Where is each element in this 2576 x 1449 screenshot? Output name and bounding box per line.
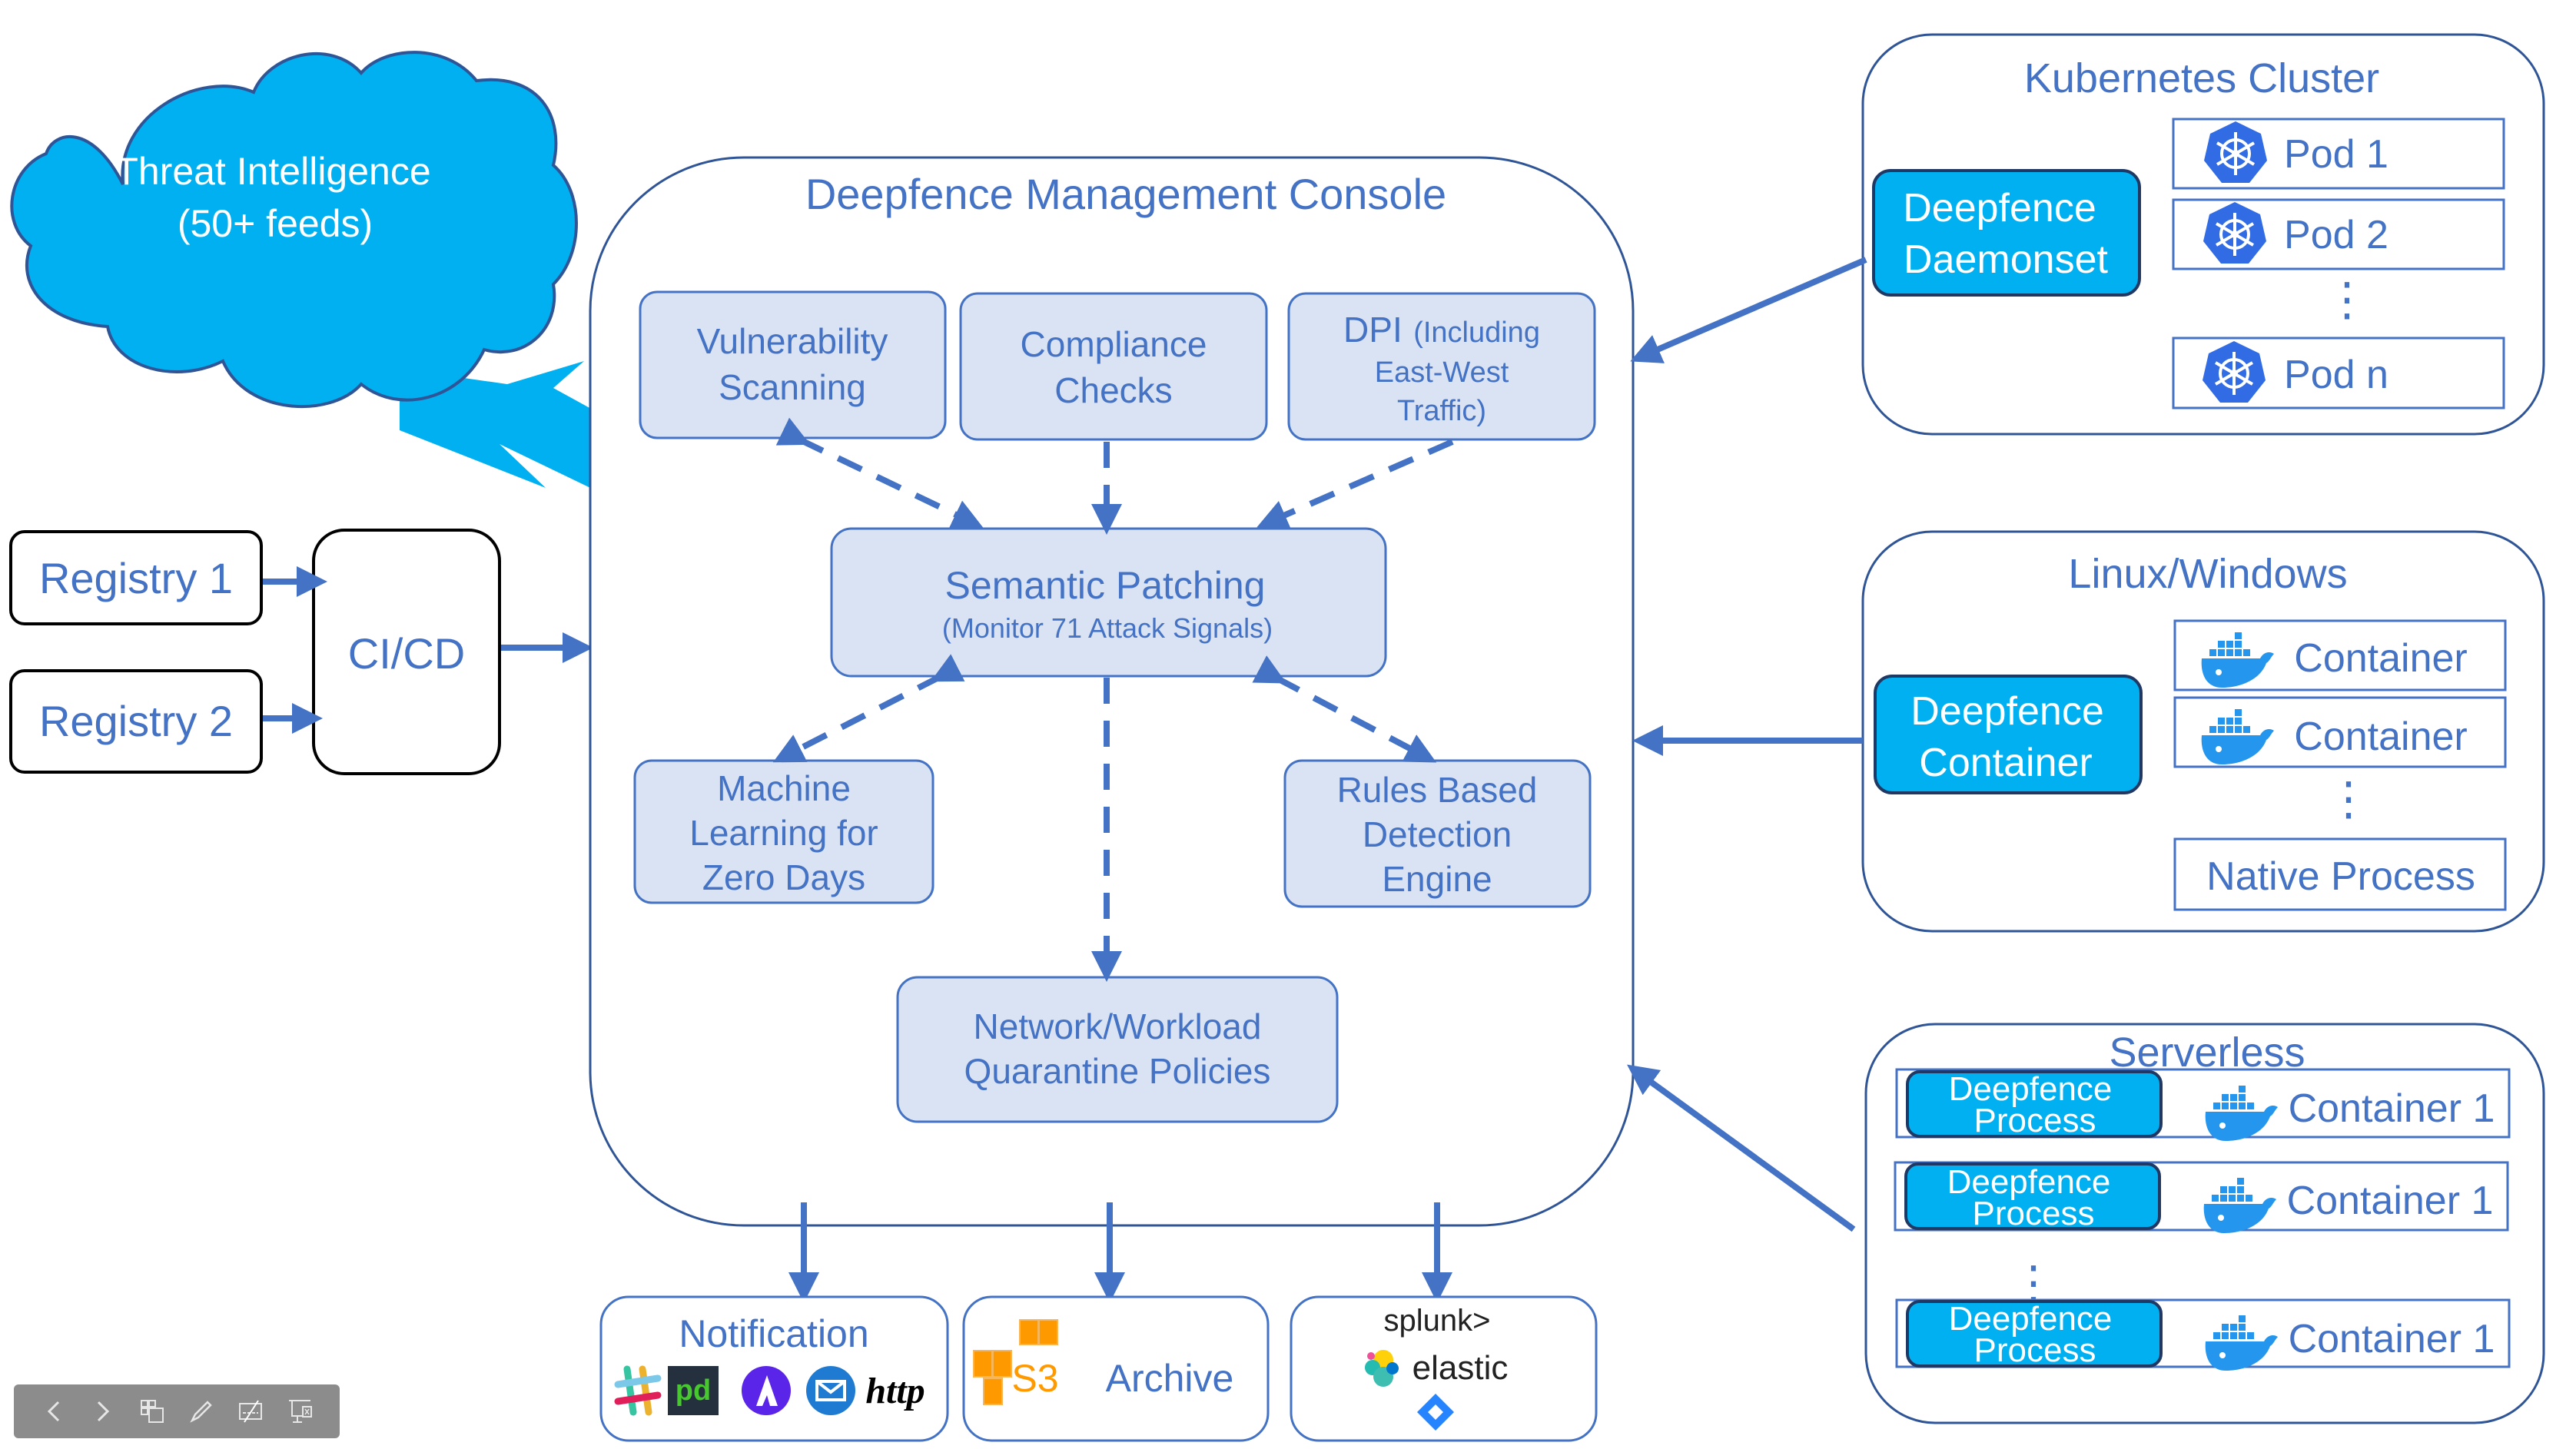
elastic-logo: elastic [1412,1349,1509,1387]
daemonset-line-2: Daemonset [1904,237,2108,282]
pod-label: Pod 2 [2284,213,2388,257]
end-show-button[interactable] [281,1392,319,1431]
serverless-row-2[interactable]: Deepfence Process Container 1 [1894,1161,2509,1233]
deepfence-process-line-2: Process [1974,1331,2096,1369]
threat-intel-subtitle: (50+ feeds) [178,202,373,245]
atlassian-icon [742,1366,791,1415]
serverless-container-label: Container 1 [2289,1086,2495,1131]
serverless-row-3[interactable]: Deepfence Process Container 1 [1895,1298,2511,1371]
deepfence-container-line-1: Deepfence [1910,689,2104,734]
splunk-logo: splunk> [1384,1304,1491,1338]
quarantine-line-1: Network/Workload [974,1006,1262,1046]
semantic-title: Semantic Patching [945,564,1266,607]
container-row-2[interactable]: Container [2173,696,2507,768]
serverless-container-label: Container 1 [2287,1179,2494,1223]
compliance-line-1: Compliance [1021,324,1207,364]
pod-label: Pod 1 [2284,132,2388,177]
serverless-row-1[interactable]: Deepfence Process Container 1 [1895,1068,2511,1141]
presentation-toolbar [14,1384,340,1438]
pen-icon [190,1401,212,1423]
http-icon: http [865,1371,925,1411]
subtitles-toggle-button[interactable] [231,1392,270,1431]
containers-ellipsis: ⋮ [2325,773,2372,824]
registry-1-label: Registry 1 [39,554,233,602]
vulnerability-line-2: Scanning [719,367,866,407]
machine-learning-box[interactable]: Machine Learning for Zero Days [633,759,934,904]
native-process-label: Native Process [2206,854,2475,899]
console-title: Deepfence Management Console [805,170,1446,218]
cicd-label: CI/CD [348,629,465,678]
dpi-line-3: Traffic) [1397,395,1486,427]
registry-1-box[interactable]: Registry 1 [9,530,263,625]
svg-text:pd: pd [676,1374,711,1407]
chevron-right-icon [97,1401,110,1422]
cicd-box[interactable]: CI/CD [312,529,501,775]
rules-line-1: Rules Based [1337,770,1538,810]
architecture-diagram: Threat Intelligence (50+ feeds) Registry… [9,33,2545,1442]
compliance-line-2: Checks [1054,370,1172,410]
linux-title: Linux/Windows [2068,551,2347,597]
registry-2-label: Registry 2 [39,697,233,745]
see-all-slides-button[interactable] [133,1392,171,1431]
dpi-label: DPI [1343,310,1403,350]
end-show-icon [289,1400,312,1423]
vulnerability-scanning-box[interactable]: Vulnerability Scanning [639,290,947,439]
rules-line-3: Engine [1382,859,1492,899]
semantic-patching-box[interactable]: Semantic Patching (Monitor 71 Attack Sig… [830,527,1387,678]
pod-1[interactable]: Pod 1 [2172,118,2505,190]
ml-line-1: Machine [717,768,851,808]
rules-engine-box[interactable]: Rules Based Detection Engine [1283,759,1592,908]
previous-slide-button[interactable] [35,1392,73,1431]
semantic-subtitle: (Monitor 71 Attack Signals) [942,612,1273,644]
notification-title: Notification [679,1312,868,1355]
pen-tool-button[interactable] [182,1392,221,1431]
arrow-serverless-to-console [1627,1064,1856,1232]
deepfence-daemonset-box[interactable]: Deepfence Daemonset [1872,169,2141,297]
threat-intel-title: Threat Intelligence [115,150,430,193]
next-slide-button[interactable] [84,1392,122,1431]
deepfence-process-line-2: Process [1973,1195,2095,1232]
compliance-checks-box[interactable]: Compliance Checks [959,292,1268,441]
dpi-box[interactable]: DPI (Including East-West Traffic) [1287,292,1596,441]
siem-box[interactable]: splunk> elastic [1290,1295,1598,1442]
pod-2[interactable]: Pod 2 [2172,198,2505,270]
deepfence-container-box[interactable]: Deepfence Container [1874,675,2143,794]
vulnerability-line-1: Vulnerability [697,321,888,361]
container-row-1[interactable]: Container [2173,619,2507,691]
email-icon [806,1366,855,1415]
s3-label: S3 [1011,1357,1058,1400]
serverless-container-label: Container 1 [2289,1317,2495,1361]
native-process-row[interactable]: Native Process [2173,837,2507,911]
subtitles-off-icon [239,1400,262,1423]
pod-n[interactable]: Pod n [2172,337,2505,410]
rules-line-2: Detection [1363,814,1512,854]
deepfence-container-line-2: Container [1919,741,2092,785]
chevron-left-icon [47,1401,60,1422]
container-label: Container [2294,715,2467,759]
quarantine-line-2: Quarantine Policies [964,1051,1271,1091]
registry-2-box[interactable]: Registry 2 [9,669,263,774]
kubernetes-title: Kubernetes Cluster [2024,55,2379,101]
quarantine-policies-box[interactable]: Network/Workload Quarantine Policies [896,976,1339,1123]
ml-line-3: Zero Days [702,857,865,897]
pods-ellipsis: ⋮ [2324,274,2370,325]
daemonset-line-1: Deepfence [1903,186,2096,230]
archive-title: Archive [1106,1357,1234,1400]
container-label: Container [2294,636,2467,681]
arrow-k8s-to-console [1630,257,1867,363]
notification-box[interactable]: Notification pd http [599,1295,949,1442]
dpi-line-2: East-West [1375,356,1509,389]
slides-grid-icon [141,1400,164,1423]
s3-archive-box[interactable]: S3 Archive [962,1295,1270,1442]
deepfence-process-line-2: Process [1974,1102,2096,1139]
dpi-including: (Including [1413,317,1540,349]
ml-line-2: Learning for [689,813,878,853]
pod-label: Pod n [2284,353,2388,397]
pagerduty-icon: pd [668,1366,719,1415]
